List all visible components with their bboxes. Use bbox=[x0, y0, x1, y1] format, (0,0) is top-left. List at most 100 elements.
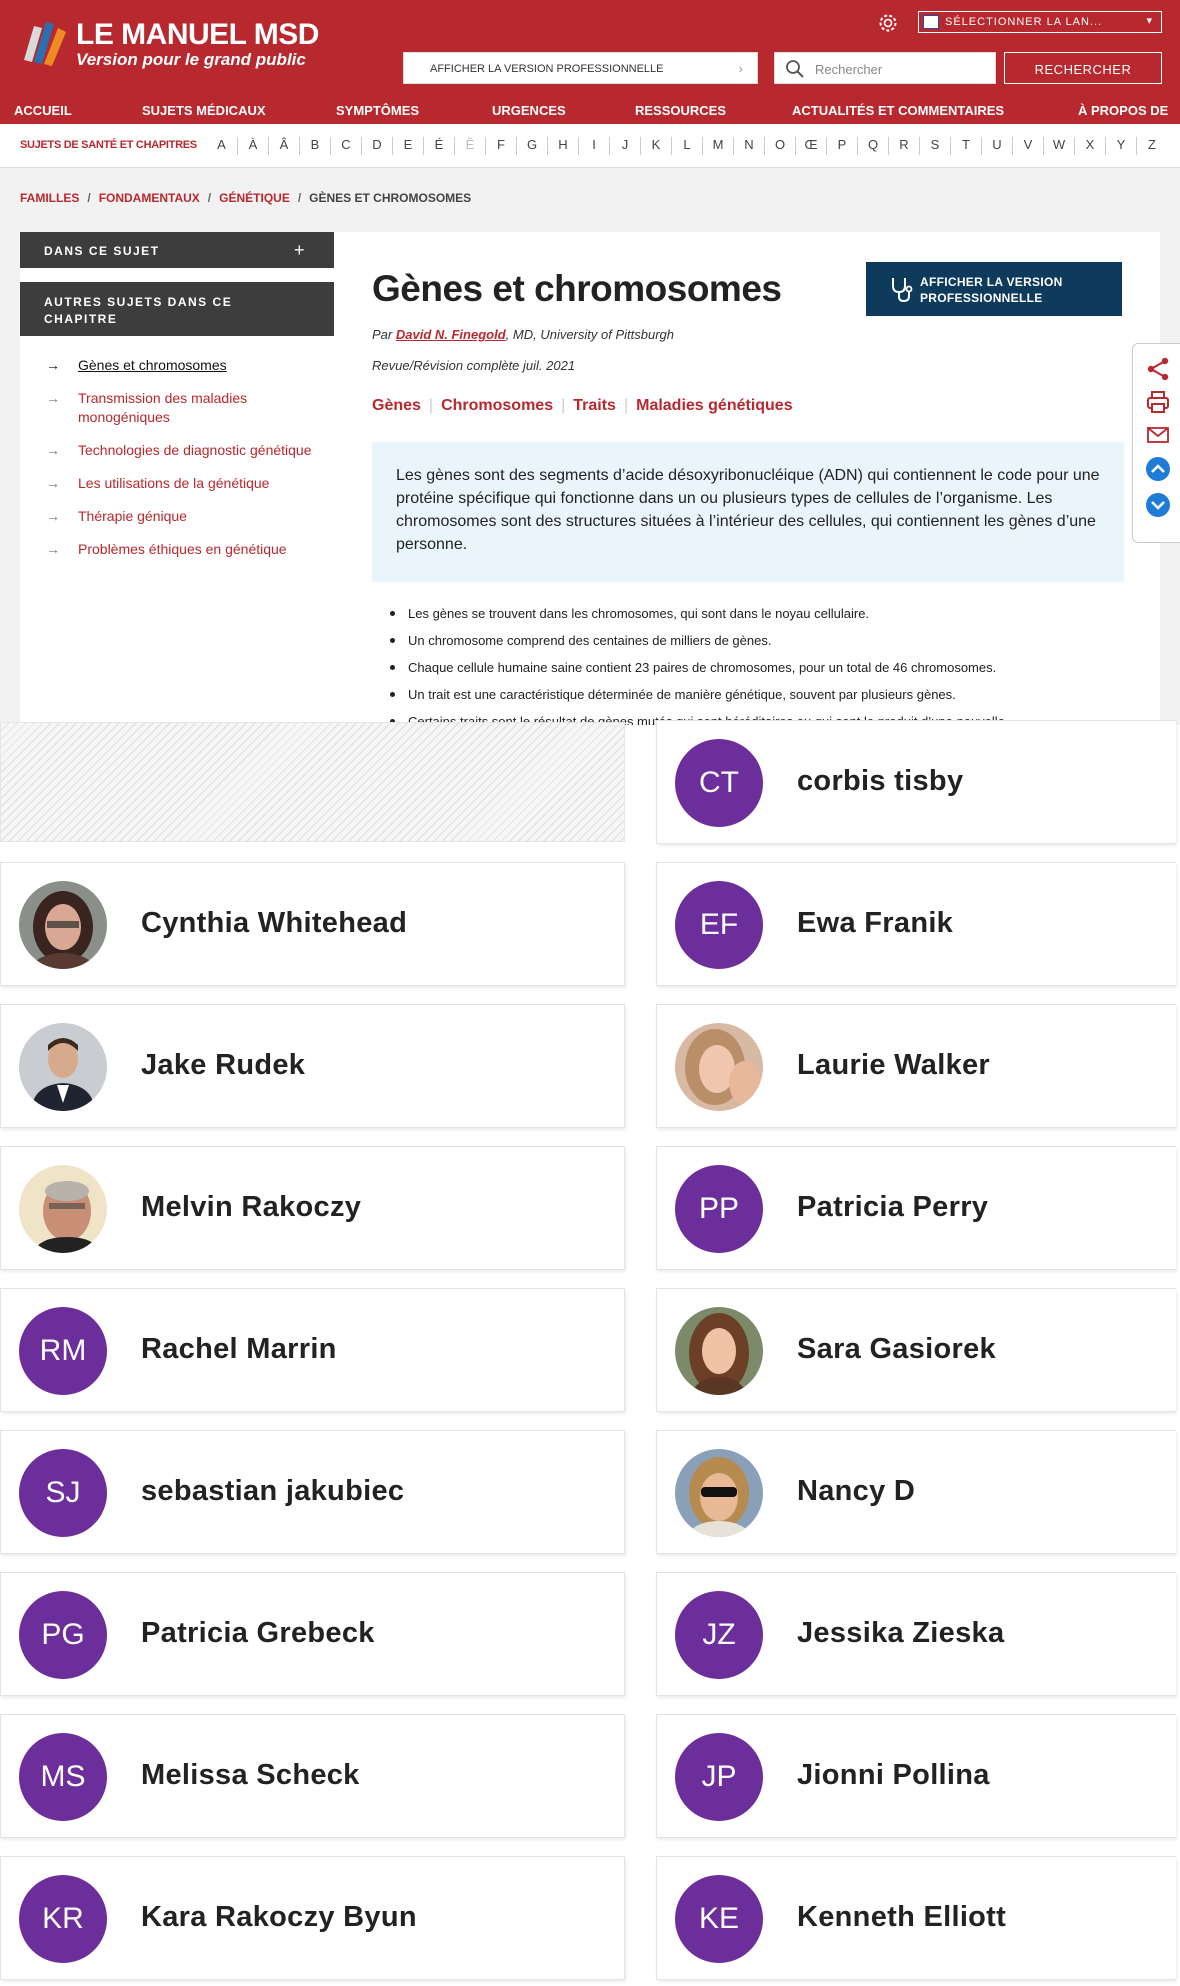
alphabet-letter[interactable]: L bbox=[671, 137, 702, 155]
avatar-photo bbox=[19, 881, 107, 969]
person-name: corbis tisby bbox=[797, 765, 964, 797]
professional-version-link[interactable]: AFFICHER LA VERSION PROFESSIONNELLE › bbox=[403, 52, 758, 84]
key-points-list: Les gènes se trouvent dans les chromosom… bbox=[388, 600, 1128, 725]
avatar-initials: MS bbox=[19, 1733, 107, 1821]
tag-traits[interactable]: Traits bbox=[573, 397, 616, 415]
alphabet-letter[interactable]: Z bbox=[1136, 137, 1167, 155]
person-card[interactable]: Laurie Walker bbox=[656, 1004, 1176, 1128]
nav-actualites[interactable]: ACTUALITÉS ET COMMENTAIRES bbox=[792, 103, 1004, 118]
alphabet-letter[interactable]: N bbox=[733, 137, 764, 155]
share-icon[interactable] bbox=[1145, 356, 1171, 382]
person-card[interactable]: KE Kenneth Elliott bbox=[656, 1856, 1176, 1980]
sidebar-item-transmission[interactable]: → Transmission des maladies monogéniques bbox=[46, 389, 314, 427]
breadcrumb-item[interactable]: GÉNÉTIQUE bbox=[219, 191, 290, 205]
search-button[interactable]: RECHERCHER bbox=[1004, 52, 1162, 84]
alphabet-letter[interactable]: Q bbox=[857, 137, 888, 155]
sidebar-item-genes-chromosomes[interactable]: → Gènes et chromosomes bbox=[46, 356, 314, 375]
in-topic-toggle[interactable]: DANS CE SUJET + bbox=[20, 232, 334, 268]
alphabet-letter[interactable]: A bbox=[206, 137, 237, 155]
tag-chromosomes[interactable]: Chromosomes bbox=[441, 397, 553, 415]
person-card[interactable]: JZ Jessika Zieska bbox=[656, 1572, 1176, 1696]
person-card[interactable]: MS Melissa Scheck bbox=[0, 1714, 625, 1838]
search-icon bbox=[786, 60, 804, 78]
sidebar-item-diagnostic[interactable]: → Technologies de diagnostic génétique bbox=[46, 441, 314, 460]
person-name: Jessika Zieska bbox=[797, 1617, 1005, 1649]
alphabet-letter[interactable]: W bbox=[1043, 137, 1074, 155]
alphabet-letter[interactable]: O bbox=[764, 137, 795, 155]
sidebar-item-utilisations[interactable]: → Les utilisations de la génétique bbox=[46, 474, 314, 493]
person-card[interactable]: Melvin Rakoczy bbox=[0, 1146, 625, 1270]
person-card[interactable]: Sara Gasiorek bbox=[656, 1288, 1176, 1412]
alphabet-letter[interactable]: D bbox=[361, 137, 392, 155]
alphabet-letter[interactable]: E bbox=[392, 137, 423, 155]
alphabet-letter[interactable]: Ê bbox=[454, 137, 485, 155]
nav-urgences[interactable]: URGENCES bbox=[492, 103, 566, 118]
avatar-initials: SJ bbox=[19, 1449, 107, 1537]
search-placeholder: Rechercher bbox=[815, 62, 883, 77]
nav-a-propos[interactable]: À PROPOS DE bbox=[1078, 103, 1168, 118]
language-select[interactable]: SÉLECTIONNER LA LAN... ▾ bbox=[918, 11, 1162, 33]
alphabet-letter[interactable]: R bbox=[888, 137, 919, 155]
alphabet-letter[interactable]: É bbox=[423, 137, 454, 155]
alphabet-letter[interactable]: Â bbox=[268, 137, 299, 155]
arrow-right-icon: → bbox=[46, 541, 60, 557]
person-card[interactable]: CT corbis tisby bbox=[656, 720, 1176, 844]
scroll-up-icon[interactable] bbox=[1145, 456, 1171, 482]
alphabet-letter[interactable]: À bbox=[237, 137, 268, 155]
person-card[interactable]: PP Patricia Perry bbox=[656, 1146, 1176, 1270]
alphabet-letters: AÀÂBCDEÉÊFGHIJKLMNOŒPQRSTUVWXYZ bbox=[206, 137, 1167, 155]
alphabet-label[interactable]: SUJETS DE SANTÉ ET CHAPITRES bbox=[20, 139, 197, 151]
alphabet-letter[interactable]: H bbox=[547, 137, 578, 155]
alphabet-letter[interactable]: J bbox=[609, 137, 640, 155]
alphabet-letter[interactable]: C bbox=[330, 137, 361, 155]
nav-symptomes[interactable]: SYMPTÔMES bbox=[336, 103, 419, 118]
avatar-initials: JZ bbox=[675, 1591, 763, 1679]
arrow-right-icon: → bbox=[46, 475, 60, 491]
tag-maladies-genetiques[interactable]: Maladies génétiques bbox=[636, 397, 793, 415]
alphabet-letter[interactable]: S bbox=[919, 137, 950, 155]
alphabet-letter[interactable]: V bbox=[1012, 137, 1043, 155]
alphabet-letter[interactable]: M bbox=[702, 137, 733, 155]
person-card[interactable]: JP Jionni Pollina bbox=[656, 1714, 1176, 1838]
person-card[interactable]: Nancy D bbox=[656, 1430, 1176, 1554]
nav-sujets-medicaux[interactable]: SUJETS MÉDICAUX bbox=[142, 103, 266, 118]
breadcrumb-item[interactable]: FONDAMENTAUX bbox=[99, 191, 200, 205]
person-card[interactable]: PG Patricia Grebeck bbox=[0, 1572, 625, 1696]
professional-version-button[interactable]: AFFICHER LA VERSION PROFESSIONNELLE bbox=[866, 262, 1122, 316]
logo-title[interactable]: LE MANUEL MSD bbox=[76, 18, 319, 52]
alphabet-letter[interactable]: T bbox=[950, 137, 981, 155]
nav-ressources[interactable]: RESSOURCES bbox=[635, 103, 726, 118]
sidebar-item-ethique[interactable]: → Problèmes éthiques en génétique bbox=[46, 540, 314, 559]
alphabet-letter[interactable]: Œ bbox=[795, 137, 826, 155]
person-card[interactable]: RM Rachel Marrin bbox=[0, 1288, 625, 1412]
alphabet-letter[interactable]: P bbox=[826, 137, 857, 155]
alphabet-letter[interactable]: F bbox=[485, 137, 516, 155]
alphabet-letter[interactable]: B bbox=[299, 137, 330, 155]
person-card[interactable]: Jake Rudek bbox=[0, 1004, 625, 1128]
flag-icon bbox=[923, 15, 939, 29]
tag-genes[interactable]: Gènes bbox=[372, 397, 421, 415]
alphabet-letter[interactable]: I bbox=[578, 137, 609, 155]
email-icon[interactable] bbox=[1145, 422, 1171, 448]
alphabet-letter[interactable]: X bbox=[1074, 137, 1105, 155]
avatar-initials: PG bbox=[19, 1591, 107, 1679]
search-input[interactable]: Rechercher bbox=[774, 52, 996, 84]
share-toolbar bbox=[1132, 343, 1180, 543]
person-card[interactable]: Cynthia Whitehead bbox=[0, 862, 625, 986]
person-card[interactable]: SJ sebastian jakubiec bbox=[0, 1430, 625, 1554]
person-card[interactable]: KR Kara Rakoczy Byun bbox=[0, 1856, 625, 1980]
gear-icon[interactable] bbox=[876, 11, 900, 35]
person-card[interactable]: EF Ewa Franik bbox=[656, 862, 1176, 986]
alphabet-letter[interactable]: U bbox=[981, 137, 1012, 155]
author-link[interactable]: David N. Finegold bbox=[396, 327, 506, 342]
print-icon[interactable] bbox=[1145, 389, 1171, 415]
alphabet-letter[interactable]: Y bbox=[1105, 137, 1136, 155]
nav-accueil[interactable]: ACCUEIL bbox=[14, 103, 72, 118]
sidebar-item-therapie[interactable]: → Thérapie génique bbox=[46, 507, 314, 526]
breadcrumb-item[interactable]: FAMILLES bbox=[20, 191, 79, 205]
scroll-down-icon[interactable] bbox=[1145, 492, 1171, 518]
avatar-photo bbox=[19, 1165, 107, 1253]
logo-subtitle: Version pour le grand public bbox=[76, 50, 306, 69]
alphabet-letter[interactable]: K bbox=[640, 137, 671, 155]
alphabet-letter[interactable]: G bbox=[516, 137, 547, 155]
